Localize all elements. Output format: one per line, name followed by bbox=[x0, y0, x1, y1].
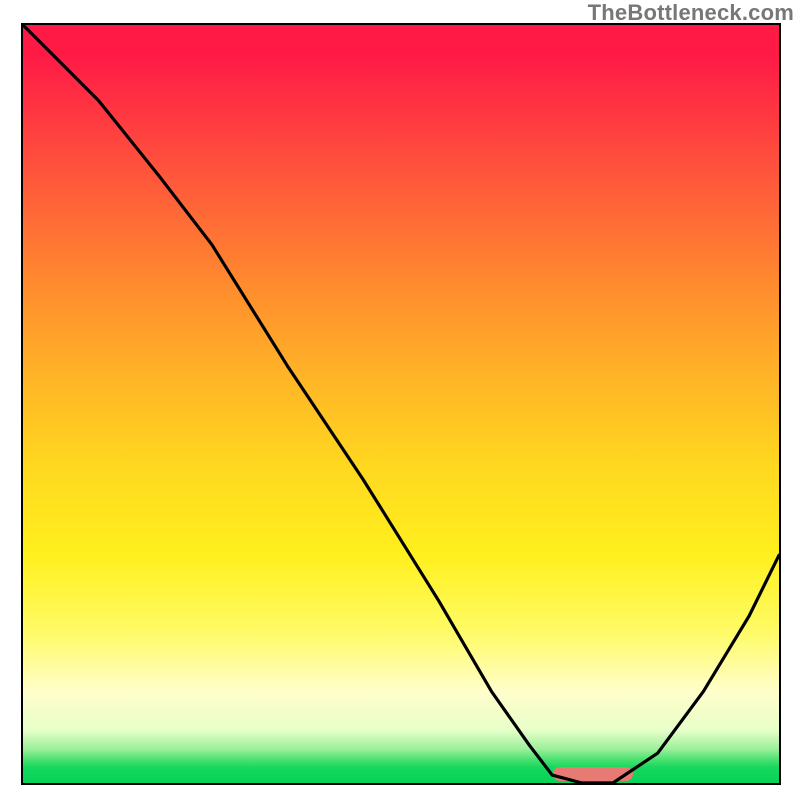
curve-path bbox=[23, 25, 779, 783]
bottleneck-curve bbox=[23, 25, 779, 783]
chart-plot-area bbox=[21, 23, 781, 785]
